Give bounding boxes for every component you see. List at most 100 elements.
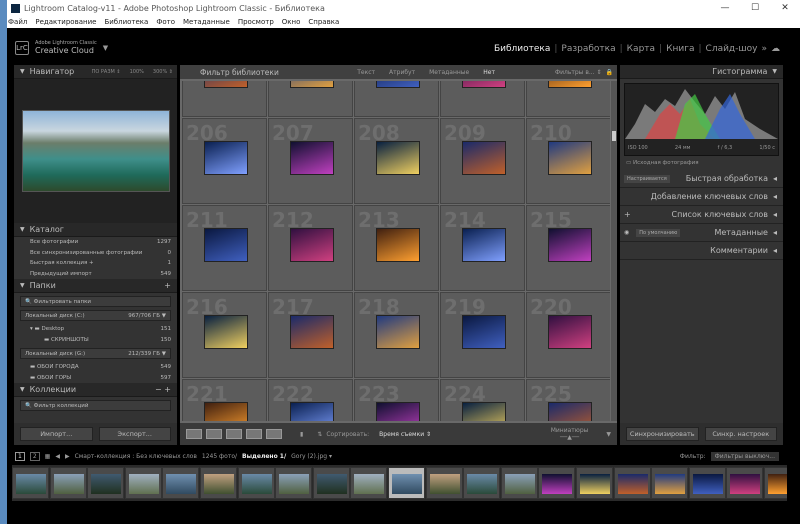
spray-can-icon[interactable]: ▮ xyxy=(300,431,303,438)
module-develop[interactable]: Разработка xyxy=(561,44,615,54)
original-photo-toggle[interactable]: ▭ Исходная фотография xyxy=(620,160,783,170)
grid-cell[interactable]: 208 xyxy=(354,118,439,204)
grid-cell[interactable]: 209 xyxy=(440,118,525,204)
filmstrip-thumbnail[interactable] xyxy=(576,467,613,499)
menu-edit[interactable]: Редактирование xyxy=(35,18,96,26)
add-keyword-icon[interactable]: + xyxy=(624,210,631,219)
keyword-list-header[interactable]: + Список ключевых слов ◂ xyxy=(620,206,783,224)
folder-item[interactable]: ▬ ОБОИ ГОРОДА 549 xyxy=(14,362,177,373)
menu-help[interactable]: Справка xyxy=(308,18,339,26)
zoom-300[interactable]: 300% ⇕ xyxy=(153,69,173,75)
identity-plate[interactable]: LrC Adobe Lightroom Classic Creative Cloud… xyxy=(15,40,108,55)
filmstrip-thumbnail[interactable] xyxy=(275,467,313,499)
zoom-fit[interactable]: ПО РАЗМ ⇕ xyxy=(92,69,121,75)
disk-c[interactable]: Локальный диск (C:) 967/706 ГБ ▼ xyxy=(20,310,171,321)
grid-cell[interactable]: 215 xyxy=(526,205,610,291)
folder-item[interactable]: ▾ ▬ Desktop 151 xyxy=(14,324,177,335)
grid-cell[interactable] xyxy=(182,81,267,117)
module-library[interactable]: Библиотека xyxy=(494,44,550,54)
filmstrip-thumbnail[interactable] xyxy=(651,467,689,499)
menu-view[interactable]: Просмотр xyxy=(238,18,274,26)
grid-cell[interactable]: 213 xyxy=(354,205,439,291)
filmstrip[interactable] xyxy=(12,465,787,501)
grid-scrollbar[interactable] xyxy=(611,81,617,421)
keywording-header[interactable]: Добавление ключевых слов ◂ xyxy=(620,188,783,206)
disk-g[interactable]: Локальный диск (G:) 212/339 ГБ ▼ xyxy=(20,348,171,359)
grid-cell[interactable] xyxy=(526,81,610,117)
survey-view-icon[interactable] xyxy=(246,429,262,439)
sync-settings-button[interactable]: Синхр. настроек xyxy=(704,427,777,441)
filmstrip-thumbnail[interactable] xyxy=(726,467,764,499)
filter-attribute[interactable]: Атрибут xyxy=(389,69,415,76)
quick-develop-header[interactable]: Настраивается Быстрая обработка ◂ xyxy=(620,170,783,188)
module-slideshow[interactable]: Слайд-шоу xyxy=(706,44,758,54)
filmstrip-thumbnail[interactable] xyxy=(12,467,49,499)
filmstrip-thumbnail[interactable] xyxy=(764,467,787,499)
filmstrip-thumbnail[interactable] xyxy=(124,467,162,499)
navigator-header[interactable]: ▼ Навигатор ПО РАЗМ ⇕ 100% 300% ⇕ xyxy=(14,65,177,79)
grid-cell[interactable] xyxy=(354,81,439,117)
menu-file[interactable]: Файл xyxy=(8,18,27,26)
collection-filter-input[interactable]: 🔍 Фильтр коллекций xyxy=(20,400,171,411)
grid-cell[interactable]: 222 xyxy=(268,379,353,421)
secondary-window-button[interactable]: 2 xyxy=(29,451,40,461)
module-book[interactable]: Книга xyxy=(666,44,694,54)
catalog-header[interactable]: ▼ Каталог xyxy=(14,223,177,237)
lock-icon[interactable]: 🔒 xyxy=(606,69,613,76)
filter-none[interactable]: Нет xyxy=(483,69,495,76)
grid-cell[interactable]: 210 xyxy=(526,118,610,204)
grid-cell[interactable] xyxy=(440,81,525,117)
sync-button[interactable]: Синхронизировать xyxy=(626,427,699,441)
maximize-button[interactable]: ☐ xyxy=(740,3,770,13)
filmstrip-filter-select[interactable]: Фильтры выключ... xyxy=(710,451,779,461)
grid-cell[interactable]: 223 xyxy=(354,379,439,421)
grid-cell[interactable]: 224 xyxy=(440,379,525,421)
filter-presets[interactable]: Фильтры в... ⇕ xyxy=(555,69,602,76)
filmstrip-thumbnail[interactable] xyxy=(688,467,726,499)
comments-header[interactable]: Комментарии ◂ xyxy=(620,242,783,260)
filter-metadata[interactable]: Метаданные xyxy=(429,69,469,76)
grid-view-icon[interactable] xyxy=(186,429,202,439)
filmstrip-thumbnail[interactable] xyxy=(350,467,388,499)
source-label[interactable]: Смарт-коллекция : Без ключевых слов xyxy=(75,453,197,460)
filter-text[interactable]: Текст xyxy=(357,69,375,76)
filmstrip-thumbnail[interactable] xyxy=(613,467,651,499)
grid-cell[interactable]: 211 xyxy=(182,205,267,291)
folder-item[interactable]: ▬ ОБОИ ГОРЫ 597 xyxy=(14,373,177,384)
grid-cell[interactable]: 225 xyxy=(526,379,610,421)
thumbnail-size-slider[interactable]: Миниатюры ──▲── xyxy=(551,427,589,441)
filmstrip-thumbnail[interactable] xyxy=(49,467,87,499)
histogram[interactable]: ISO 100 24 мм f / 6,3 1/50 с xyxy=(624,83,779,156)
grid-cell[interactable]: 216 xyxy=(182,292,267,378)
collections-header[interactable]: ▼ Коллекции − + xyxy=(14,383,177,397)
catalog-item[interactable]: Быстрая коллекция +1 xyxy=(14,258,177,269)
filmstrip-thumbnail[interactable] xyxy=(312,467,350,499)
filmstrip-thumbnail[interactable] xyxy=(237,467,275,499)
filmstrip-thumbnail[interactable] xyxy=(200,467,237,499)
primary-window-button[interactable]: 1 xyxy=(15,451,25,461)
folders-header[interactable]: ▼ Папки + xyxy=(14,279,177,293)
export-button[interactable]: Экспорт... xyxy=(98,427,171,441)
minimize-button[interactable]: — xyxy=(710,3,740,13)
metadata-header[interactable]: ◉ По умолчанию Метаданные ◂ xyxy=(620,224,783,242)
filmstrip-thumbnail[interactable] xyxy=(162,467,200,499)
menu-metadata[interactable]: Метаданные xyxy=(183,18,230,26)
import-button[interactable]: Импорт... xyxy=(20,427,93,441)
grid-cell[interactable]: 221 xyxy=(182,379,267,421)
cloud-icon[interactable]: ☁ xyxy=(771,44,780,54)
filmstrip-thumbnail[interactable] xyxy=(87,467,125,499)
catalog-item[interactable]: Все синхронизированные фотографии 0 xyxy=(14,248,177,259)
file-name[interactable]: Gory (2).jpg ▾ xyxy=(291,453,332,460)
back-icon[interactable]: ◀ xyxy=(55,453,60,460)
filmstrip-thumbnail[interactable] xyxy=(425,467,463,499)
toolbar-menu-icon[interactable]: ▼ xyxy=(606,431,611,438)
grid-cell[interactable]: 206 xyxy=(182,118,267,204)
catalog-item[interactable]: Все фотографии 1297 xyxy=(14,237,177,248)
grid-cell[interactable]: 217 xyxy=(268,292,353,378)
folder-filter-input[interactable]: 🔍 Фильтровать папки xyxy=(20,296,171,307)
grid-cell[interactable] xyxy=(268,81,353,117)
zoom-100[interactable]: 100% xyxy=(130,69,144,75)
collection-add-remove-icon[interactable]: − + xyxy=(155,385,177,394)
grid-cell[interactable]: 214 xyxy=(440,205,525,291)
menu-window[interactable]: Окно xyxy=(282,18,301,26)
